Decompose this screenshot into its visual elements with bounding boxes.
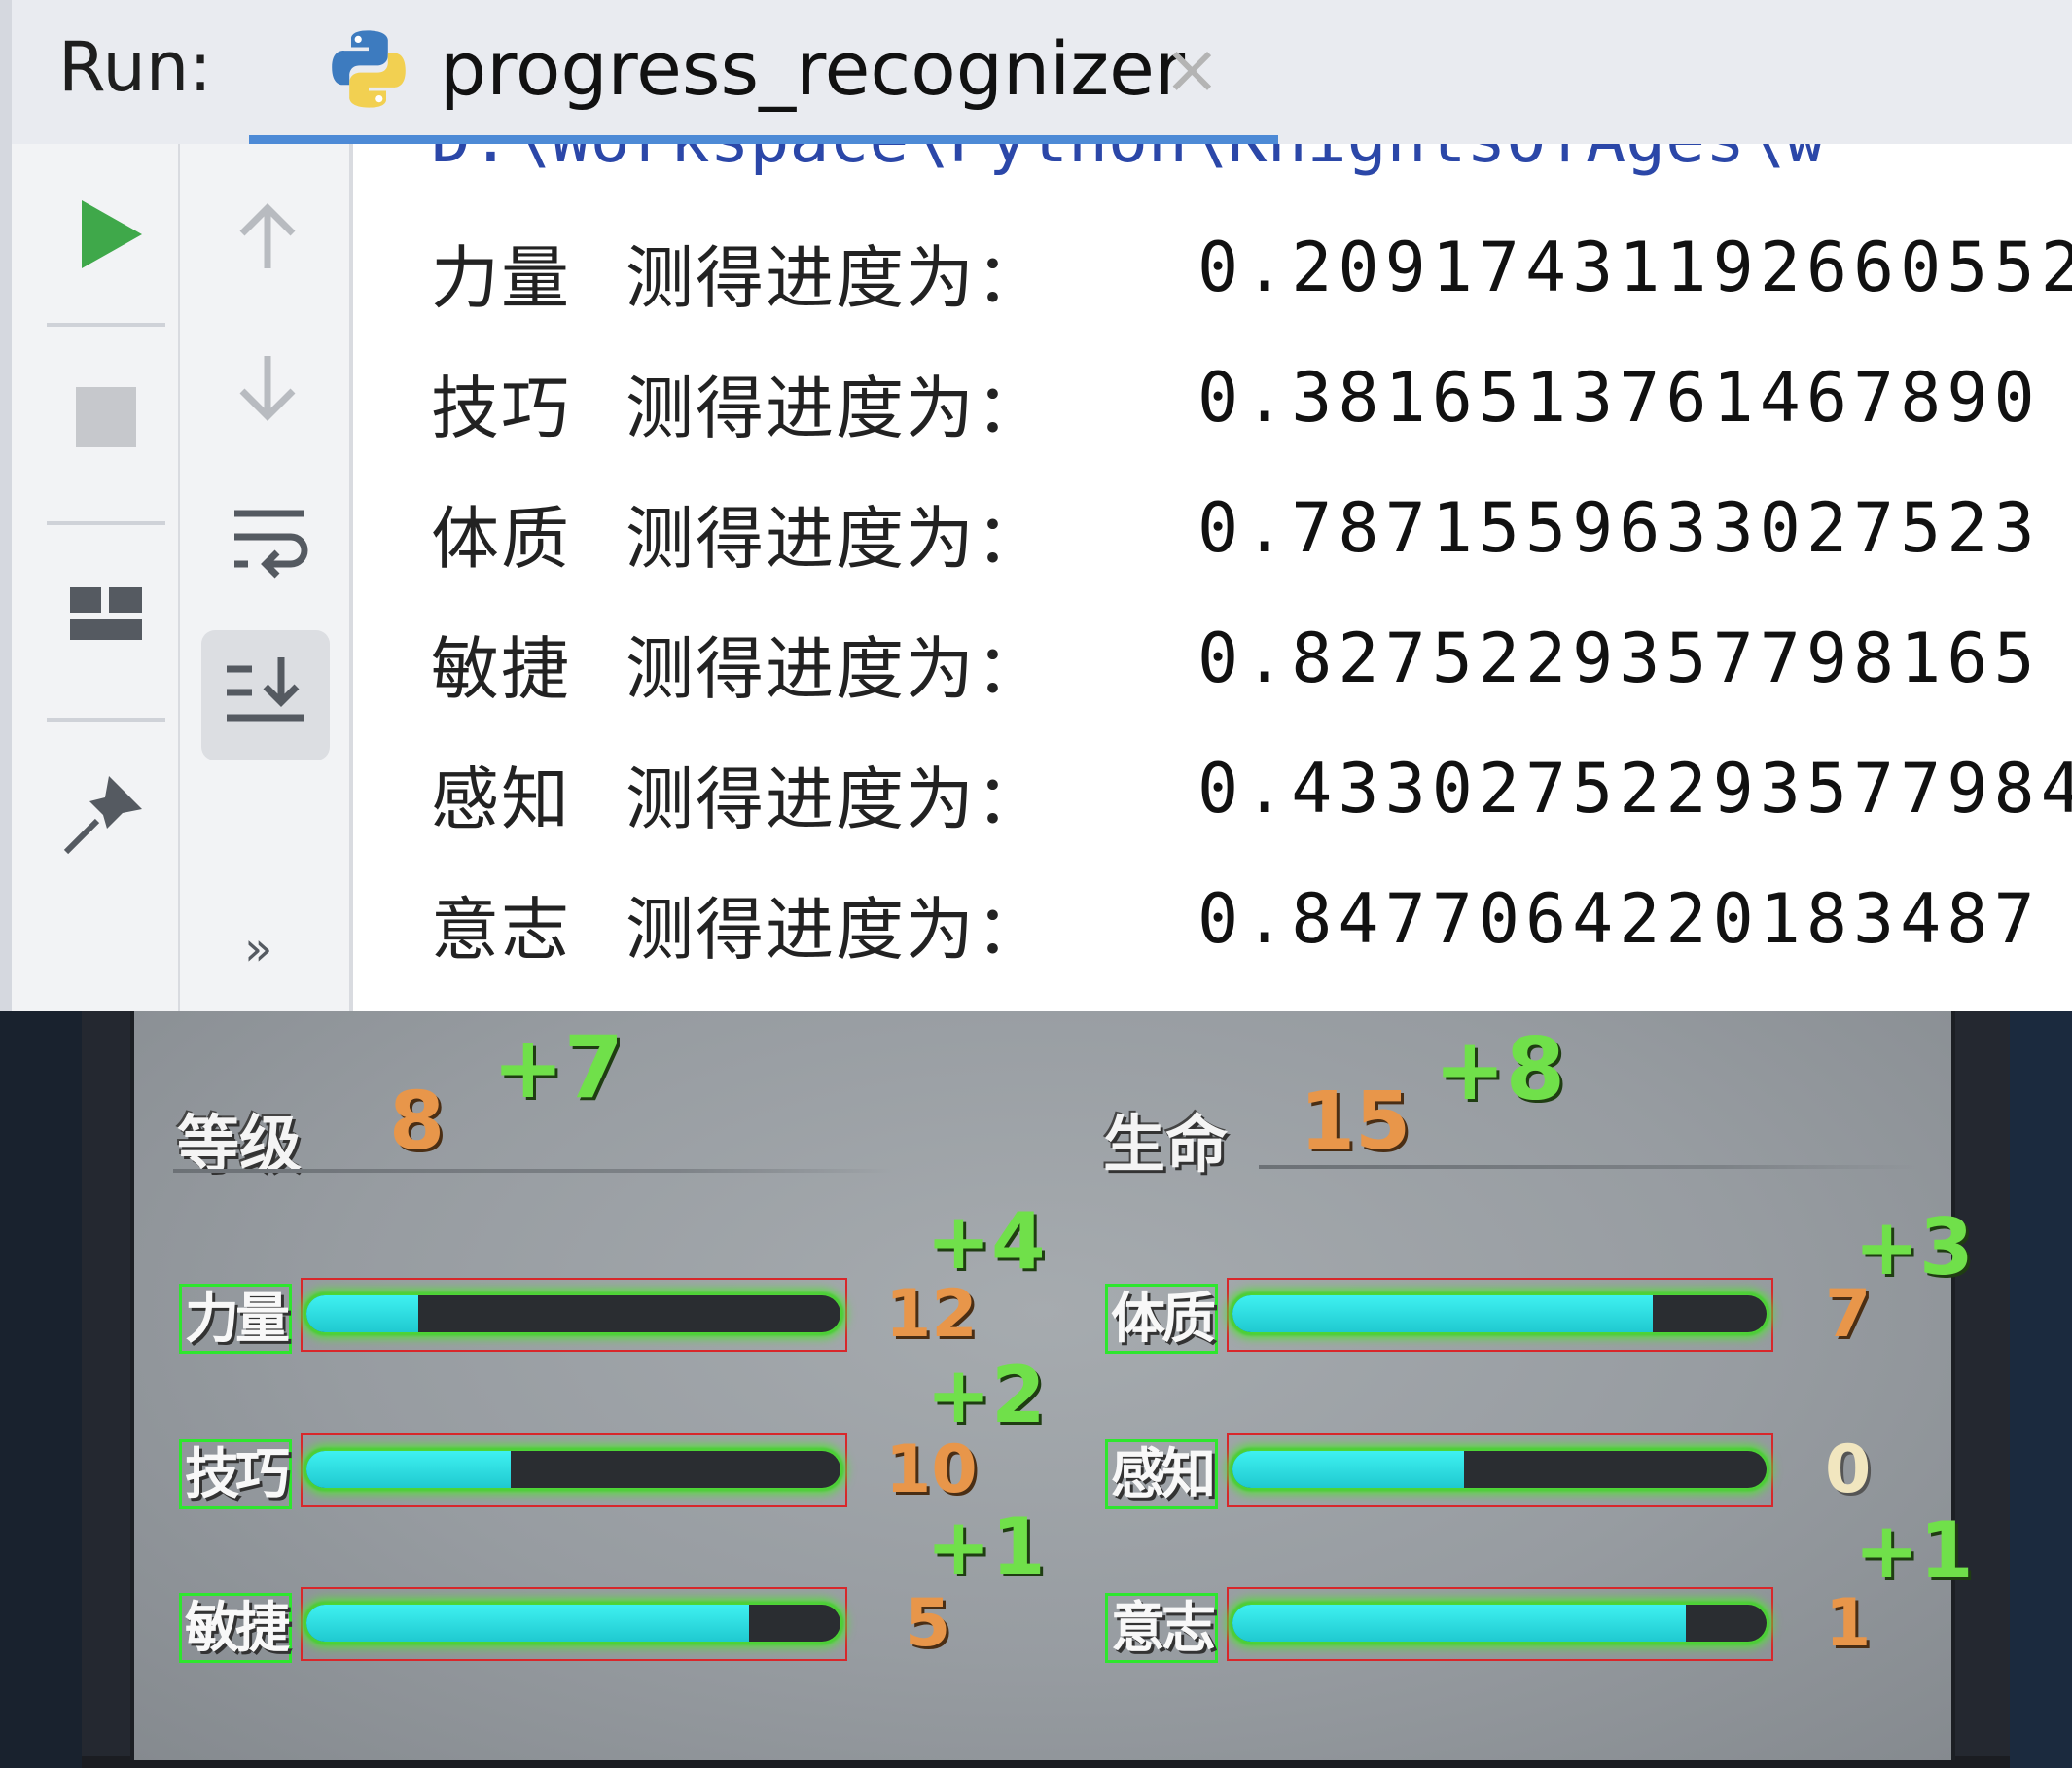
run-tab-bar: Run: progress_recognizer × [0, 0, 2072, 144]
output-stat-name: 感知 [431, 760, 571, 839]
stat-row-agility: 敏捷 5 [179, 1585, 996, 1671]
output-label: 测得进度为： [625, 369, 1046, 448]
level-bonus: +7 [492, 1017, 624, 1117]
stat-value: 7 [1825, 1276, 1872, 1353]
stat-row-constitution: 体质 7 [1105, 1276, 1922, 1361]
progress-fill [306, 1605, 749, 1642]
tab-title: progress_recognizer [440, 25, 1186, 112]
stat-name: 体质 [1105, 1284, 1218, 1354]
stat-name: 敏捷 [179, 1593, 292, 1663]
health-value: 15 [1300, 1076, 1411, 1168]
progress-bar [306, 1605, 840, 1642]
stat-value: 5 [905, 1585, 951, 1662]
output-label: 测得进度为： [625, 238, 1046, 318]
output-stat-name: 技巧 [431, 369, 571, 448]
frame-right [1955, 1011, 2010, 1768]
game-stats-screenshot: 等级 8 +7 生命 15 +8 +4 +2 +1 +3 +1 力量 12 技巧… [0, 1011, 2072, 1768]
rerun-icon[interactable] [64, 191, 152, 278]
output-stat-name: 敏捷 [431, 629, 571, 709]
progress-fill [306, 1295, 418, 1332]
ide-run-panel: Run: progress_recognizer × » 力量 测得进度为： 0… [0, 0, 2072, 1011]
toolbar-separator [47, 323, 165, 327]
stat-row-skill: 技巧 10 [179, 1432, 996, 1517]
layout-icon[interactable] [64, 580, 148, 648]
python-icon [332, 30, 406, 108]
output-stat-name: 体质 [431, 499, 571, 579]
tab-progress-recognizer[interactable]: progress_recognizer × [249, 0, 1278, 144]
output-stat-name: 力量 [431, 238, 571, 318]
stat-bonus: +2 [926, 1350, 1046, 1440]
stop-icon[interactable] [70, 381, 142, 453]
scroll-to-end-icon [227, 657, 304, 722]
console-output[interactable]: D:\Workspace\Python\KnightsOfAges\w 力量 测… [353, 144, 2072, 1011]
stat-bonus: +3 [1854, 1202, 1974, 1292]
output-stat-name: 意志 [431, 890, 571, 970]
active-tab-indicator [249, 135, 1278, 144]
progress-bar [1232, 1451, 1767, 1488]
progress-fill [1232, 1295, 1654, 1332]
stat-name: 意志 [1105, 1593, 1218, 1663]
progress-bar [306, 1295, 840, 1332]
output-label: 测得进度为： [625, 760, 1046, 839]
stat-name: 技巧 [179, 1439, 292, 1509]
divider [1259, 1165, 1920, 1169]
frame-left [82, 1011, 130, 1768]
output-label: 测得进度为： [625, 629, 1046, 709]
pin-icon[interactable] [58, 766, 152, 860]
soft-wrap-icon[interactable] [229, 500, 310, 582]
divider [173, 1169, 893, 1173]
output-value: 0.7871559633027523 [1197, 488, 2041, 568]
stat-name: 感知 [1105, 1439, 1218, 1509]
stat-value: 10 [885, 1432, 978, 1508]
progress-bar [1232, 1605, 1767, 1642]
output-label: 测得进度为： [625, 499, 1046, 579]
toolbar-separator [47, 718, 165, 722]
progress-fill [1232, 1451, 1464, 1488]
scroll-to-end-button[interactable] [201, 630, 330, 760]
progress-bar [1232, 1295, 1767, 1332]
output-value: 0.8477064220183487 [1197, 879, 2041, 959]
progress-bar [306, 1451, 840, 1488]
progress-fill [306, 1451, 511, 1488]
run-label: Run: [58, 27, 212, 107]
output-value: 0.3816513761467890 [1197, 358, 2041, 438]
level-value: 8 [389, 1076, 446, 1168]
arrow-down-icon[interactable] [229, 348, 306, 426]
output-label: 测得进度为： [625, 890, 1046, 970]
stat-name: 力量 [179, 1284, 292, 1354]
output-value: 0.43302752293577984 [1197, 749, 2072, 829]
frame-edge [2010, 1011, 2072, 1768]
arrow-up-icon[interactable] [229, 198, 306, 276]
stat-value: 12 [885, 1276, 978, 1353]
stat-value: 0 [1825, 1432, 1872, 1508]
stat-row-will: 意志 1 [1105, 1585, 1922, 1671]
stat-row-strength: 力量 12 [179, 1276, 996, 1361]
run-toolbar-left [0, 144, 180, 1011]
stats-panel: 等级 8 +7 生命 15 +8 +4 +2 +1 +3 +1 力量 12 技巧… [130, 1011, 1974, 1760]
stat-row-perception: 感知 0 [1105, 1432, 1922, 1517]
health-label: 生命 [1103, 1110, 1228, 1182]
health-bonus: +8 [1434, 1019, 1565, 1119]
more-actions-icon[interactable]: » [244, 922, 272, 976]
console-path-line: D:\Workspace\Python\KnightsOfAges\w [431, 144, 1825, 178]
output-value: 0.8275229357798165 [1197, 619, 2041, 698]
stat-bonus: +4 [926, 1196, 1046, 1287]
run-toolbar-right: » [180, 144, 353, 1011]
toolbar-separator [47, 521, 165, 525]
progress-fill [1232, 1605, 1686, 1642]
output-value: 0.20917431192660552 [1197, 228, 2072, 307]
close-icon[interactable]: × [1163, 29, 1221, 109]
stat-value: 1 [1825, 1585, 1872, 1662]
stat-bonus: +1 [1854, 1505, 1974, 1596]
